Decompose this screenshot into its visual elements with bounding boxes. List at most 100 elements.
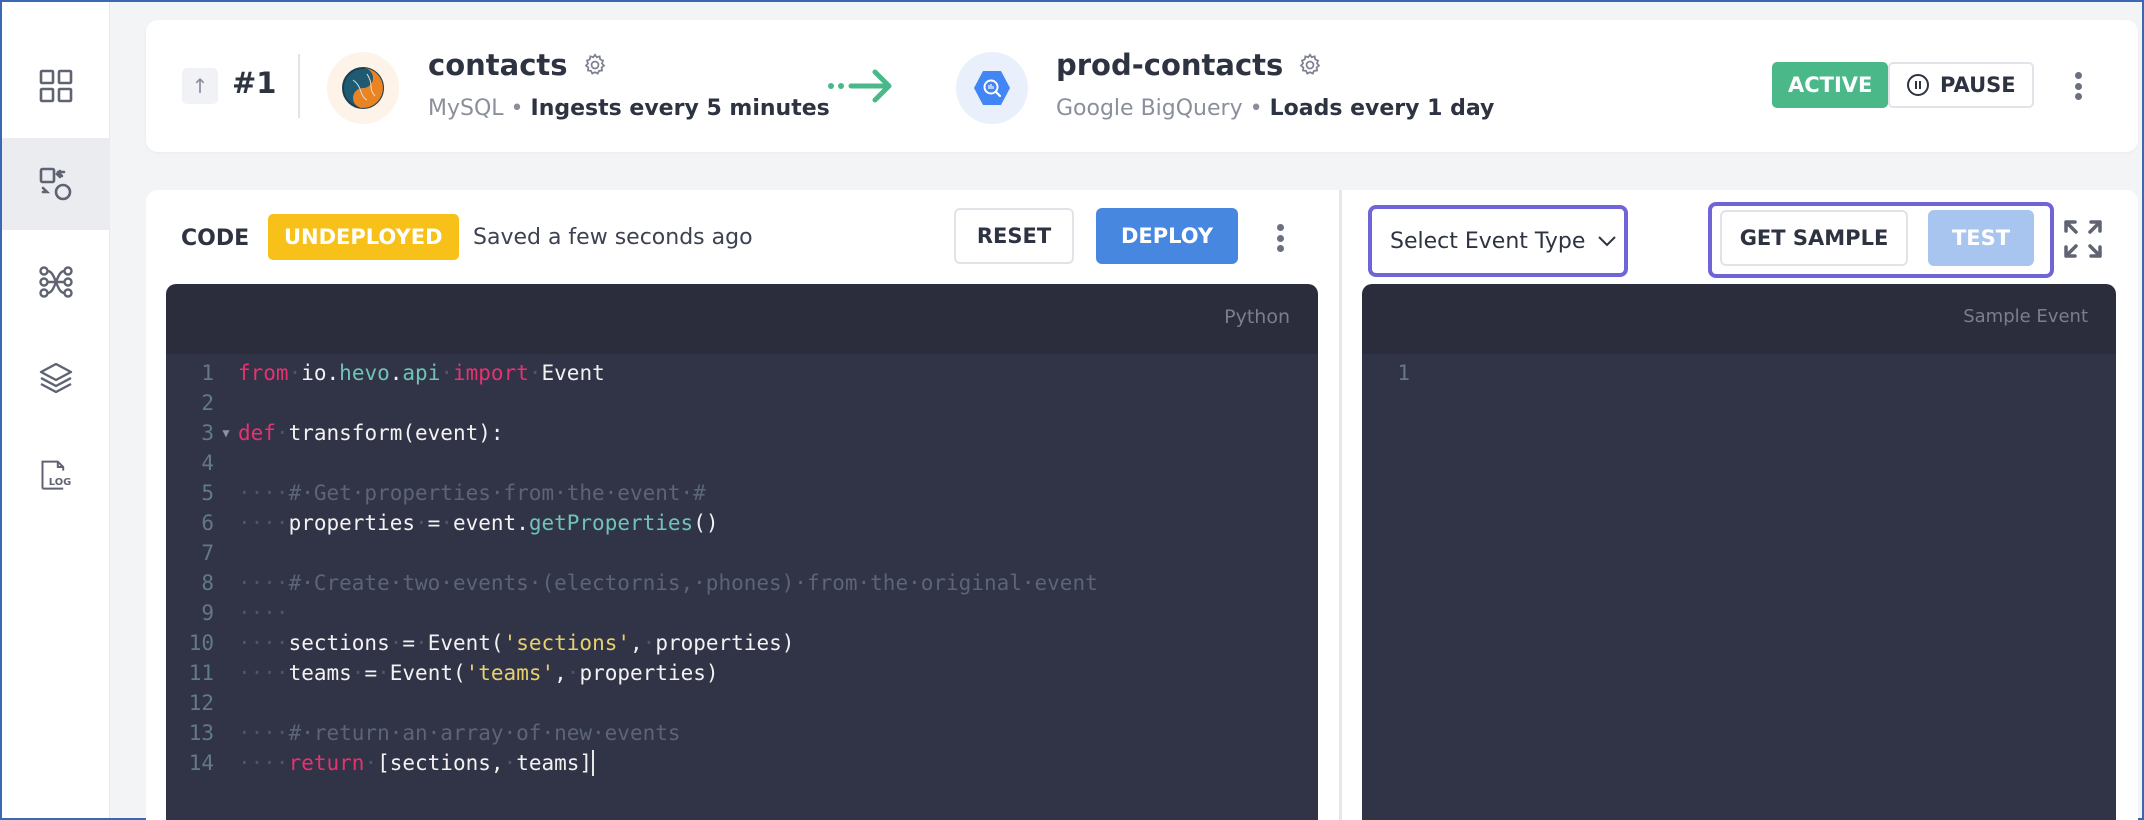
code-token: ,	[630, 631, 643, 655]
move-up-button[interactable]: ↑	[182, 68, 218, 104]
separator: •	[1249, 96, 1263, 121]
code-more-menu-button[interactable]	[1270, 220, 1290, 256]
code-line[interactable]: 10 ···· sections · = · Event('sections', · prope…	[166, 628, 795, 658]
arrow-up-icon: ↑	[191, 74, 209, 98]
pause-circle-icon	[1907, 74, 1929, 96]
line-number: 9	[201, 601, 214, 625]
code-token: ·	[288, 361, 302, 385]
status-badge: ACTIVE	[1772, 62, 1889, 108]
sample-editor-body[interactable]: 1	[1362, 354, 2116, 820]
code-token: ····	[238, 631, 289, 655]
code-line[interactable]: 6 ···· properties · = · event. getProperties()	[166, 508, 718, 538]
code-line[interactable]: 1 from · io. hevo. api · import · Event	[166, 358, 604, 388]
code-token: event.	[452, 511, 529, 535]
reset-button[interactable]: RESET	[954, 208, 1074, 264]
pipeline-transform-icon	[39, 167, 72, 201]
layers-icon	[39, 362, 73, 394]
code-token: transform(event):	[288, 421, 504, 445]
code-token: return	[288, 751, 365, 775]
separator: •	[510, 96, 524, 121]
grid-icon	[39, 69, 73, 103]
code-editor-body[interactable]: 1 from · io. hevo. api · import · Event 2 3 ▼ def · tra…	[166, 354, 1318, 820]
more-dot-icon	[1276, 224, 1284, 231]
code-line[interactable]: 8 ···· #·Create·two·events·(electornis,·ph…	[166, 568, 1098, 598]
pipeline-header: ↑ #1 contacts MySQL • Ingests every 5 mi…	[146, 20, 2138, 152]
bigquery-icon	[974, 71, 1010, 105]
code-token: [sections,	[377, 751, 504, 775]
code-token: ····	[238, 511, 289, 535]
code-line[interactable]: 11 ···· teams · = · Event('teams', · properties)	[166, 658, 719, 688]
code-line[interactable]: 12	[166, 688, 238, 718]
gear-icon[interactable]	[582, 52, 608, 78]
code-token: #·Get·properties·from·the·event·#	[288, 481, 706, 505]
destination-subtitle: Google BigQuery • Loads every 1 day	[1056, 96, 1494, 121]
destination-name[interactable]: prod-contacts	[1056, 48, 1283, 82]
code-line[interactable]: 4	[166, 448, 238, 478]
deploy-status-badge: UNDEPLOYED	[268, 214, 459, 260]
code-token: ·	[503, 751, 517, 775]
code-line[interactable]: 9 ····	[166, 598, 288, 628]
saved-status: Saved a few seconds ago	[473, 225, 753, 250]
chevron-down-icon	[1598, 236, 1617, 247]
more-dot-icon	[1276, 234, 1284, 242]
expand-icon[interactable]	[2062, 218, 2104, 260]
get-sample-button[interactable]: GET SAMPLE	[1720, 210, 1908, 266]
gear-icon[interactable]	[1297, 52, 1323, 78]
sidebar-item-models[interactable]	[2, 236, 110, 328]
code-token: =	[427, 511, 441, 535]
sidebar-item-pipelines[interactable]	[2, 138, 110, 230]
workflow-nodes-icon	[39, 266, 73, 298]
source-name[interactable]: contacts	[428, 48, 568, 82]
line-number: 10	[188, 631, 214, 655]
test-button[interactable]: TEST	[1928, 210, 2034, 266]
code-token: ,	[554, 661, 567, 685]
log-file-icon: LOG	[41, 460, 71, 490]
sample-editor-header: Sample Event	[1362, 284, 2116, 354]
header-divider	[298, 54, 300, 118]
code-token: ····	[238, 661, 289, 685]
code-editor[interactable]: Python 1 from · io. hevo. api · import · Event 2 3 ▼…	[166, 284, 1318, 820]
code-line[interactable]: 1	[1362, 358, 1410, 388]
code-line[interactable]: 13 ···· #·return·an·array·of·new·events	[166, 718, 681, 748]
code-token: getProperties	[528, 511, 694, 535]
code-line[interactable]: 3 ▼ def · transform(event):	[166, 418, 504, 448]
line-number: 4	[201, 451, 214, 475]
destination-schedule: Loads every 1 day	[1269, 96, 1495, 121]
sidebar-item-dashboard[interactable]	[2, 40, 110, 132]
code-token: ·	[566, 661, 580, 685]
more-dot-icon	[2074, 93, 2082, 100]
code-token: ·	[351, 661, 365, 685]
code-token: ·	[415, 511, 428, 535]
sidebar-item-logs[interactable]: LOG	[2, 430, 110, 522]
panel-divider[interactable]	[1339, 190, 1342, 820]
code-token: #·Create·two·events·(electornis,·phones)…	[288, 571, 1098, 595]
line-number: 12	[188, 691, 214, 715]
code-token: 'teams'	[465, 661, 555, 685]
code-line[interactable]: 7	[166, 538, 238, 568]
line-number: 11	[188, 661, 214, 685]
code-line[interactable]: 14 ···· return · [sections, · teams]	[166, 748, 595, 778]
more-dot-icon	[2074, 82, 2082, 90]
event-type-select[interactable]: Select Event Type	[1368, 205, 1628, 277]
sample-event-editor[interactable]: Sample Event 1	[1362, 284, 2116, 820]
code-line[interactable]: 5 ···· #·Get·properties·from·the·event·#	[166, 478, 706, 508]
sidebar-item-layers[interactable]	[2, 332, 110, 424]
more-dot-icon	[2074, 72, 2082, 79]
code-token: =	[402, 631, 416, 655]
code-token: import	[453, 361, 529, 385]
code-token: ·	[415, 631, 428, 655]
code-token: hevo	[339, 361, 390, 385]
line-number: 13	[188, 721, 214, 745]
code-token: def	[238, 421, 276, 445]
code-token: ·	[528, 361, 542, 385]
code-line[interactable]: 2	[166, 388, 238, 418]
code-token: ·	[440, 511, 453, 535]
code-token: teams]	[516, 751, 593, 775]
header-more-menu-button[interactable]	[2068, 68, 2088, 104]
language-label: Python	[1224, 306, 1290, 328]
code-token: Event(	[389, 661, 466, 685]
deploy-button[interactable]: DEPLOY	[1096, 208, 1238, 264]
pause-button[interactable]: PAUSE	[1888, 62, 2034, 108]
fold-toggle-icon[interactable]: ▼	[214, 426, 238, 440]
sidebar: LOG	[2, 2, 110, 818]
